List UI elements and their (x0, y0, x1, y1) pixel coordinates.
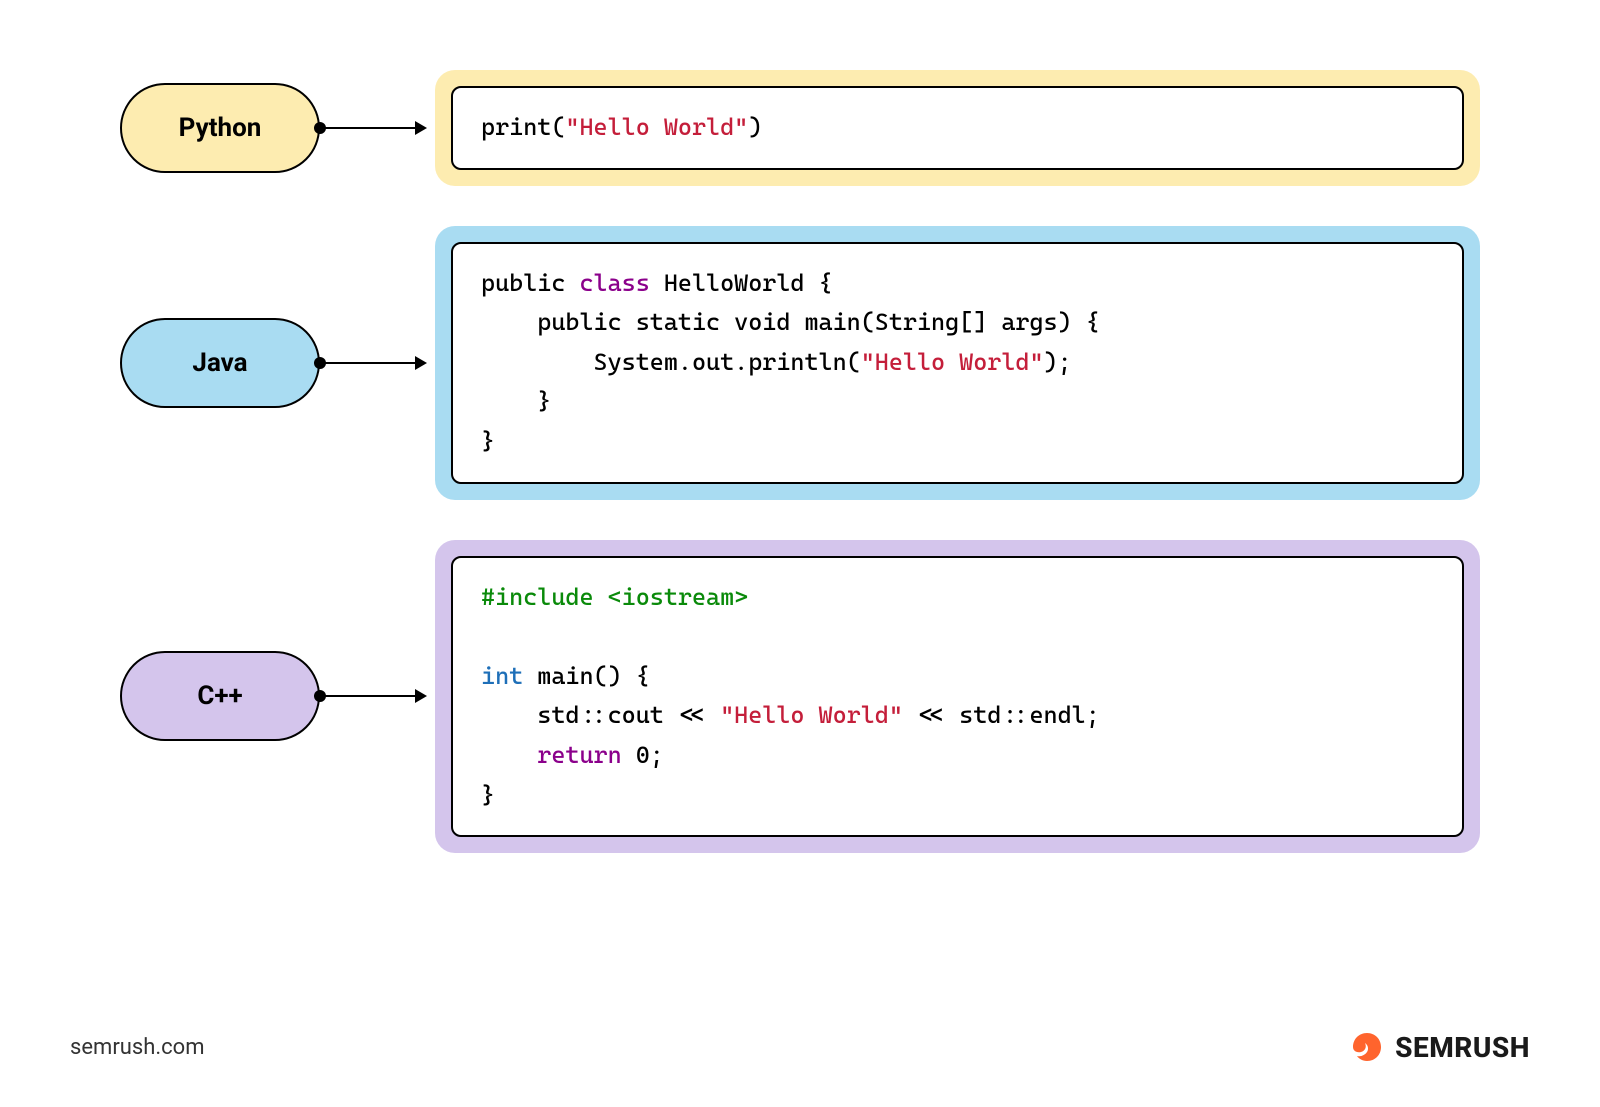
code-block: #include <iostream> int main() { std::co… (451, 556, 1464, 838)
code-block-outer: public class HelloWorld { public static … (435, 226, 1480, 500)
code-token: class (579, 269, 649, 297)
brand-logo: SEMRUSH (1345, 1027, 1530, 1067)
code-token: print( (481, 113, 565, 141)
code-block: public class HelloWorld { public static … (451, 242, 1464, 484)
arrow-connector (320, 127, 425, 129)
code-token: "Hello World" (861, 348, 1044, 376)
language-name: Python (179, 113, 262, 143)
language-pill: Python (120, 83, 320, 173)
code-token: return (537, 741, 621, 769)
brand-text: SEMRUSH (1395, 1031, 1530, 1064)
language-row: C++ #include <iostream> int main() { std:… (120, 540, 1480, 854)
code-block-outer: #include <iostream> int main() { std::co… (435, 540, 1480, 854)
footer-url: semrush.com (70, 1035, 205, 1060)
code-token: int (481, 662, 523, 690)
code-block: print("Hello World") (451, 86, 1464, 170)
code-token: "Hello World" (565, 113, 748, 141)
footer: semrush.com SEMRUSH (70, 1027, 1530, 1067)
language-name: C++ (197, 681, 242, 711)
code-token: public (481, 269, 579, 297)
code-token: #include <iostream> (481, 583, 748, 611)
arrow-connector (320, 695, 425, 697)
language-pill: Java (120, 318, 320, 408)
language-name: Java (192, 348, 247, 378)
language-pill: C++ (120, 651, 320, 741)
diagram-canvas: Pythonprint("Hello World")Javapublic cla… (120, 70, 1480, 893)
language-row: Java public class HelloWorld { public sta… (120, 226, 1480, 500)
semrush-flame-icon (1345, 1027, 1385, 1067)
language-row: Python print("Hello World") (120, 70, 1480, 186)
code-token: ) (748, 113, 762, 141)
code-token: "Hello World" (720, 701, 903, 729)
arrow-connector (320, 362, 425, 364)
code-block-outer: print("Hello World") (435, 70, 1480, 186)
